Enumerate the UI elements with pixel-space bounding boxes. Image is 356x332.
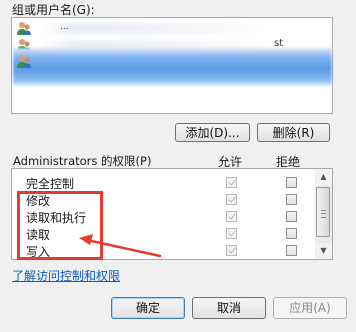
permissions-scrollbar[interactable]: ▲ ▼	[315, 169, 332, 259]
cancel-button[interactable]: 取消	[192, 297, 266, 319]
add-button[interactable]: 添加(D)...	[175, 123, 250, 142]
user-name: ...	[60, 22, 69, 32]
deny-checkbox[interactable]	[286, 245, 297, 256]
allow-checkbox[interactable]	[226, 177, 237, 188]
allow-checkbox[interactable]	[226, 228, 237, 239]
grip-icon	[321, 210, 326, 218]
deny-checkbox[interactable]	[286, 194, 297, 205]
user-group-icon	[17, 22, 31, 35]
apply-button[interactable]: 应用(A)	[273, 297, 347, 319]
deny-checkbox[interactable]	[286, 228, 297, 239]
permission-label: 完全控制	[26, 177, 75, 191]
remove-button[interactable]: 删除(R)	[257, 123, 330, 142]
allow-checkbox[interactable]	[226, 194, 237, 205]
allow-checkbox[interactable]	[226, 211, 237, 222]
allow-checkbox[interactable]	[226, 245, 237, 256]
access-control-help-link[interactable]: 了解访问控制和权限	[12, 267, 120, 284]
permission-row-full-control: 完全控制	[12, 174, 314, 191]
annotation-arrow-icon	[79, 234, 162, 258]
deny-checkbox[interactable]	[286, 177, 297, 188]
permissions-title: Administrators 的权限(P)	[13, 154, 152, 168]
scroll-up-arrow-icon[interactable]: ▲	[315, 169, 332, 185]
group-or-user-names-label: 组或用户名(G):	[12, 3, 95, 17]
redacted-name-blur	[40, 23, 270, 34]
user-group-icon	[17, 55, 31, 68]
scroll-down-arrow-icon[interactable]: ▼	[315, 243, 332, 259]
scroll-thumb[interactable]	[316, 187, 330, 237]
user-row[interactable]: ...	[16, 20, 332, 36]
deny-checkbox[interactable]	[286, 211, 297, 222]
user-list[interactable]: ... st	[11, 17, 333, 114]
user-row-selected[interactable]	[16, 53, 332, 69]
ok-button[interactable]: 确定	[111, 297, 185, 319]
